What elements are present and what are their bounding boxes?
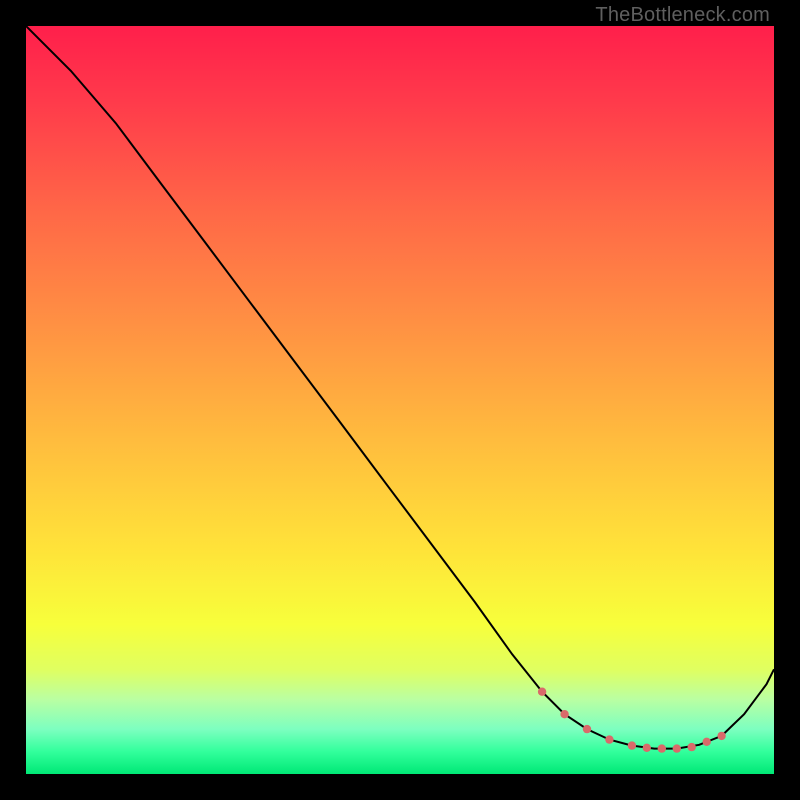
marker-dot [717, 732, 725, 740]
marker-dot [605, 735, 613, 743]
marker-dot [688, 743, 696, 751]
marker-dot [560, 710, 568, 718]
chart-svg [26, 26, 774, 774]
marker-dot [658, 744, 666, 752]
marker-dot [538, 688, 546, 696]
marker-dot [703, 738, 711, 746]
plot-area [26, 26, 774, 774]
watermark-text: TheBottleneck.com [595, 4, 770, 27]
chart-frame [26, 26, 774, 774]
marker-dot [673, 744, 681, 752]
marker-dot [643, 744, 651, 752]
marker-dot [583, 725, 591, 733]
gradient-background [26, 26, 774, 774]
marker-dot [628, 741, 636, 749]
